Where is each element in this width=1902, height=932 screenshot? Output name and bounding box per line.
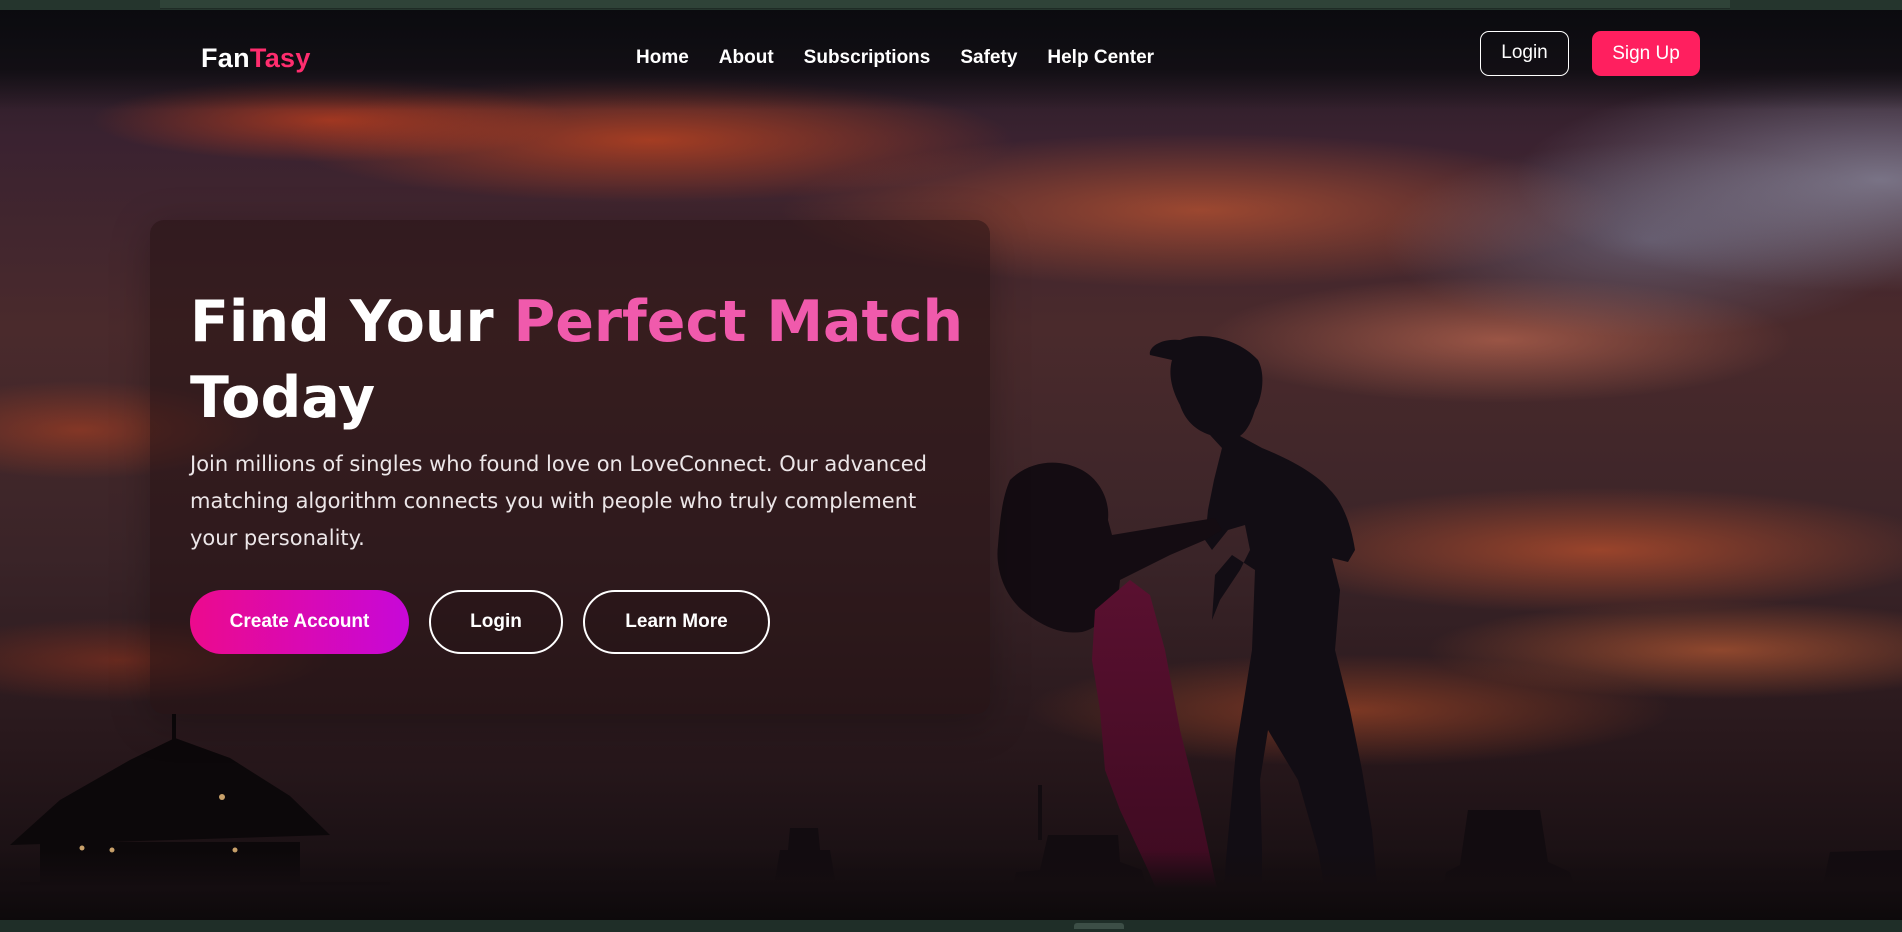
hero-login-button[interactable]: Login — [429, 590, 563, 654]
nav-link-help-center[interactable]: Help Center — [1047, 44, 1154, 72]
nav-link-safety[interactable]: Safety — [960, 44, 1017, 72]
logo-text-primary: Fan — [201, 43, 250, 73]
nav-link-subscriptions[interactable]: Subscriptions — [804, 44, 931, 72]
headline-text-start: Find Your — [190, 289, 514, 355]
nav-link-home[interactable]: Home — [636, 44, 689, 72]
window-bottom-strip — [0, 920, 1902, 932]
brand-logo[interactable]: FanTasy — [201, 40, 311, 76]
create-account-button[interactable]: Create Account — [190, 590, 409, 654]
logo-text-accent: Tasy — [249, 43, 311, 73]
browser-viewport: FanTasy Home About Subscriptions Safety … — [0, 0, 1902, 932]
nav-link-about[interactable]: About — [719, 44, 774, 72]
hero-card: Find Your Perfect Match Today Join millio… — [150, 220, 990, 714]
window-top-strip — [0, 0, 1902, 10]
nav-login-button[interactable]: Login — [1480, 31, 1569, 76]
scroll-handle[interactable] — [1074, 923, 1124, 929]
nav-signup-button[interactable]: Sign Up — [1592, 31, 1700, 76]
hero-description: Join millions of singles who found love … — [190, 452, 927, 550]
headline-highlight: Perfect Match — [513, 289, 964, 355]
nav-links: Home About Subscriptions Safety Help Cen… — [636, 44, 1154, 72]
hero-headline: Find Your Perfect Match Today — [190, 284, 970, 436]
top-navbar: FanTasy Home About Subscriptions Safety … — [0, 10, 1902, 100]
learn-more-button[interactable]: Learn More — [583, 590, 770, 654]
headline-text-end: Today — [190, 365, 376, 431]
